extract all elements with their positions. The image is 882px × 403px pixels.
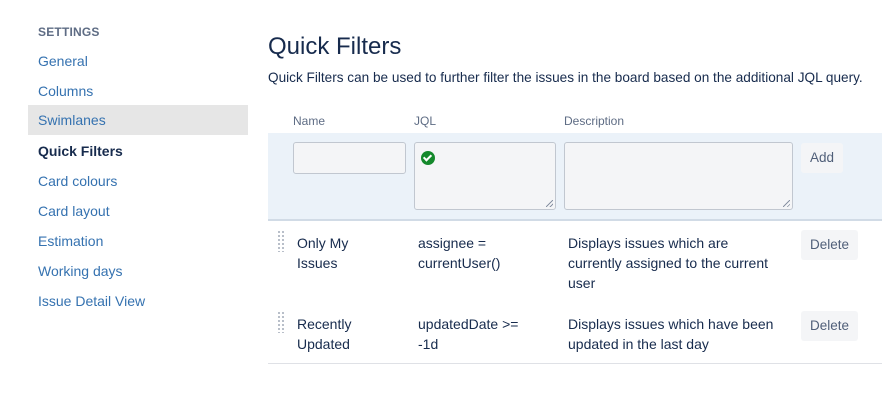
add-filter-row: Add: [268, 133, 882, 221]
table-row: Recently Updated updatedDate >= -1d Disp…: [268, 309, 882, 359]
add-button[interactable]: Add: [801, 143, 844, 173]
description-input[interactable]: [564, 142, 793, 210]
column-header-description: Description: [564, 114, 625, 128]
sidebar-item-columns[interactable]: Columns: [28, 76, 248, 106]
sidebar-item-card-colours[interactable]: Card colours: [28, 166, 248, 196]
filter-description: Displays issues which are currently assi…: [568, 235, 768, 291]
sidebar-item-general[interactable]: General: [28, 46, 248, 76]
check-circle-icon: [421, 151, 435, 165]
resize-grip-icon[interactable]: [783, 200, 790, 207]
drag-handle-icon[interactable]: [277, 230, 285, 252]
column-header-jql: JQL: [414, 114, 437, 128]
filter-description: Displays issues which have been updated …: [568, 316, 774, 352]
resize-grip-icon[interactable]: [546, 200, 553, 207]
name-input[interactable]: [293, 142, 406, 174]
board-settings-page: SETTINGS General Columns Swimlanes Quick…: [0, 0, 882, 403]
sidebar-item-card-layout[interactable]: Card layout: [28, 196, 248, 226]
filter-name: Only My Issues: [297, 235, 349, 271]
filter-jql: assignee = currentUser(): [418, 235, 501, 271]
sidebar-item-swimlanes[interactable]: Swimlanes: [28, 105, 248, 135]
sidebar-item-estimation[interactable]: Estimation: [28, 226, 248, 256]
jql-input[interactable]: [414, 142, 556, 210]
column-header-name: Name: [293, 114, 326, 128]
table-row: Only My Issues assignee = currentUser() …: [268, 228, 882, 300]
filter-jql: updatedDate >= -1d: [418, 316, 519, 352]
sidebar-item-working-days[interactable]: Working days: [28, 256, 248, 286]
page-title: Quick Filters: [268, 33, 402, 60]
sidebar-item-quick-filters[interactable]: Quick Filters: [28, 136, 248, 166]
filter-name: Recently Updated: [297, 316, 352, 352]
delete-button[interactable]: Delete: [801, 230, 859, 260]
table-bottom-divider: [268, 363, 882, 364]
delete-button[interactable]: Delete: [801, 311, 859, 341]
sidebar-item-issue-detail-view[interactable]: Issue Detail View: [28, 286, 248, 316]
sidebar-heading: SETTINGS: [38, 25, 100, 39]
drag-handle-icon[interactable]: [277, 311, 285, 333]
page-description: Quick Filters can be used to further fil…: [268, 70, 863, 85]
